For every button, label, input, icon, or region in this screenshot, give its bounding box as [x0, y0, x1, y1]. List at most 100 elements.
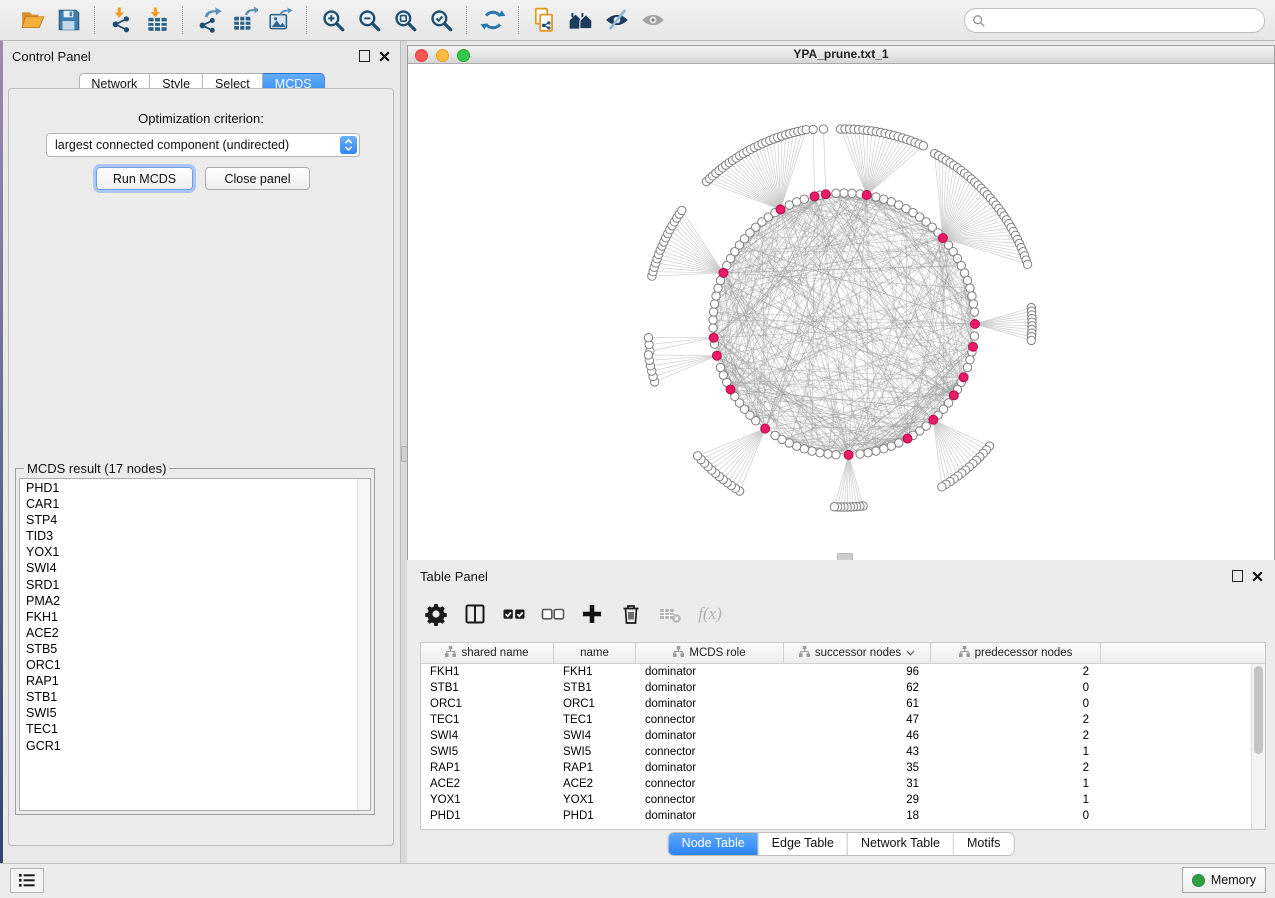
tab-node-table[interactable]: Node Table	[669, 833, 758, 855]
mcds-result-item[interactable]: STP4	[20, 512, 357, 528]
documents-share-icon[interactable]	[530, 5, 560, 35]
zoom-in-icon[interactable]	[318, 5, 348, 35]
import-table-icon[interactable]	[142, 5, 172, 35]
column-label: shared name	[461, 647, 528, 659]
mcds-result-list[interactable]: PHD1CAR1STP4TID3YOX1SWI4SRD1PMA2FKH1ACE2…	[20, 480, 357, 810]
mcds-result-item[interactable]: GCR1	[20, 738, 357, 754]
mcds-result-item[interactable]: TEC1	[20, 721, 357, 737]
save-session-icon[interactable]	[54, 5, 84, 35]
tree-icon	[673, 646, 684, 660]
mcds-result-group: MCDS result (17 nodes) PHD1CAR1STP4TID3Y…	[15, 461, 375, 815]
table-row[interactable]: PHD1PHD1dominator180	[421, 808, 1252, 824]
table-row[interactable]: ORC1ORC1dominator610	[421, 696, 1252, 712]
open-file-icon[interactable]	[18, 5, 48, 35]
tab-network-table[interactable]: Network Table	[847, 833, 953, 855]
select-all-icon[interactable]	[499, 599, 529, 629]
table-row[interactable]: YOX1YOX1connector291	[421, 792, 1252, 808]
houses-icon[interactable]	[566, 5, 596, 35]
network-window-titlebar[interactable]: YPA_prune.txt_1	[408, 46, 1274, 64]
cell-mcds-role: connector	[636, 712, 784, 728]
mcds-result-box: PHD1CAR1STP4TID3YOX1SWI4SRD1PMA2FKH1ACE2…	[19, 478, 371, 811]
network-graph-canvas[interactable]	[408, 64, 1272, 560]
table-row[interactable]: TEC1TEC1connector472	[421, 712, 1252, 728]
add-row-icon[interactable]	[577, 599, 607, 629]
cell-name: STB1	[554, 680, 636, 696]
column-header-predecessor-nodes[interactable]: predecessor nodes	[931, 643, 1101, 663]
mcds-result-item[interactable]: ORC1	[20, 657, 357, 673]
import-network-icon[interactable]	[106, 5, 136, 35]
column-header-mcds-role[interactable]: MCDS role	[636, 643, 784, 663]
run-mcds-button[interactable]: Run MCDS	[96, 167, 193, 190]
deselect-all-icon[interactable]	[538, 599, 568, 629]
cell-name: YOX1	[554, 792, 636, 808]
export-table-icon[interactable]	[230, 5, 260, 35]
zoom-out-icon[interactable]	[354, 5, 384, 35]
tab-edge-table[interactable]: Edge Table	[758, 833, 847, 855]
column-label: MCDS role	[689, 647, 745, 659]
table-row[interactable]: ACE2ACE2connector311	[421, 776, 1252, 792]
cell-predecessor-nodes: 2	[931, 760, 1101, 776]
cell-shared-name: ORC1	[421, 696, 554, 712]
close-panel-button[interactable]: Close panel	[205, 167, 310, 190]
mcds-result-item[interactable]: STB5	[20, 641, 357, 657]
column-header-successor-nodes[interactable]: successor nodes	[784, 643, 931, 663]
close-panel-icon[interactable]	[379, 51, 390, 62]
cell-predecessor-nodes: 1	[931, 792, 1101, 808]
zoom-selected-icon[interactable]	[426, 5, 456, 35]
cell-shared-name: SWI5	[421, 744, 554, 760]
table-row[interactable]: SWI5SWI5connector431	[421, 744, 1252, 760]
table-scrollbar-thumb[interactable]	[1254, 666, 1263, 754]
network-window-title: YPA_prune.txt_1	[408, 47, 1274, 61]
mcds-result-title: MCDS result (17 nodes)	[24, 461, 169, 476]
list-icon	[19, 874, 35, 887]
table-row[interactable]: FKH1FKH1dominator962	[421, 664, 1252, 680]
cell-name: PHD1	[554, 808, 636, 824]
mcds-result-item[interactable]: TID3	[20, 528, 357, 544]
mcds-result-item[interactable]: CAR1	[20, 496, 357, 512]
table-scrollbar[interactable]	[1251, 664, 1265, 829]
export-network-icon[interactable]	[194, 5, 224, 35]
cell-shared-name: RAP1	[421, 760, 554, 776]
table-row[interactable]: STB1STB1dominator620	[421, 680, 1252, 696]
cell-successor-nodes: 46	[784, 728, 931, 744]
mcds-result-item[interactable]: STB1	[20, 689, 357, 705]
table-body: FKH1FKH1dominator962STB1STB1dominator620…	[421, 664, 1252, 829]
mcds-result-item[interactable]: ACE2	[20, 625, 357, 641]
show-columns-icon[interactable]	[460, 599, 490, 629]
apply-layout-icon[interactable]	[478, 5, 508, 35]
mcds-result-item[interactable]: FKH1	[20, 609, 357, 625]
table-row[interactable]: RAP1RAP1dominator352	[421, 760, 1252, 776]
cell-name: RAP1	[554, 760, 636, 776]
mcds-result-item[interactable]: PMA2	[20, 593, 357, 609]
close-panel-icon[interactable]	[1252, 571, 1263, 582]
mcds-list-scrollbar[interactable]	[357, 479, 370, 810]
optimization-criterion-select[interactable]: largest connected component (undirected)	[46, 133, 360, 157]
search-box[interactable]	[964, 8, 1265, 33]
cell-predecessor-nodes: 1	[931, 776, 1101, 792]
mcds-result-item[interactable]: SWI5	[20, 705, 357, 721]
tab-motifs[interactable]: Motifs	[953, 833, 1013, 855]
column-header-shared-name[interactable]: shared name	[421, 643, 554, 663]
delete-row-icon[interactable]	[616, 599, 646, 629]
mcds-result-item[interactable]: PHD1	[20, 480, 357, 496]
cell-successor-nodes: 18	[784, 808, 931, 824]
search-input[interactable]	[990, 13, 1264, 29]
mcds-result-item[interactable]: SWI4	[20, 560, 357, 576]
float-panel-icon[interactable]	[359, 50, 370, 62]
mcds-result-item[interactable]: SRD1	[20, 577, 357, 593]
eye-slash-icon[interactable]	[602, 5, 632, 35]
export-image-icon[interactable]	[266, 5, 296, 35]
memory-button[interactable]: Memory	[1182, 867, 1266, 893]
table-panel-window-buttons	[1232, 570, 1263, 582]
settings-gear-icon[interactable]	[421, 599, 451, 629]
mcds-result-item[interactable]: YOX1	[20, 544, 357, 560]
cell-name: TEC1	[554, 712, 636, 728]
column-label: successor nodes	[815, 647, 901, 659]
zoom-fit-icon[interactable]	[390, 5, 420, 35]
float-panel-icon[interactable]	[1232, 570, 1243, 582]
mcds-result-item[interactable]: RAP1	[20, 673, 357, 689]
column-header-name[interactable]: name	[554, 643, 636, 663]
delete-table-icon	[655, 599, 685, 629]
task-history-button[interactable]	[10, 868, 44, 893]
table-row[interactable]: SWI4SWI4dominator462	[421, 728, 1252, 744]
